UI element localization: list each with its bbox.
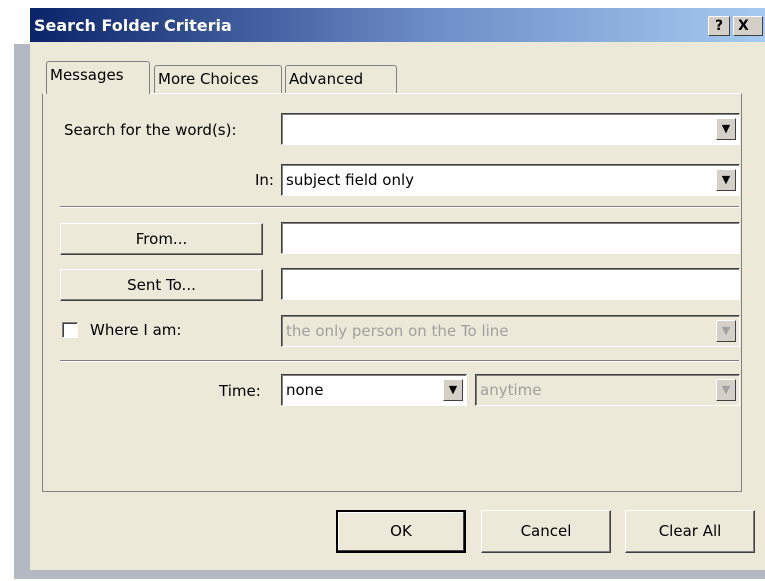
ok-button[interactable]: OK [336, 510, 466, 553]
chevron-down-icon: ▼ [721, 173, 731, 186]
time-label: Time: [219, 382, 261, 400]
chevron-down-icon: ▼ [721, 324, 731, 337]
tab-advanced-label: Advanced [289, 70, 364, 88]
clear-all-button[interactable]: Clear All [625, 510, 755, 553]
tab-advanced[interactable]: Advanced [285, 65, 397, 93]
ok-button-label: OK [390, 522, 412, 540]
where-i-am-value: the only person on the To line [286, 322, 509, 340]
clear-all-button-label: Clear All [658, 522, 722, 540]
sent-to-input[interactable] [281, 268, 740, 300]
time-range-combobox[interactable]: anytime [475, 374, 740, 406]
from-button[interactable]: From... [60, 223, 263, 255]
cancel-button-label: Cancel [520, 522, 572, 540]
sent-to-button[interactable]: Sent To... [60, 269, 263, 301]
tab-messages-label: Messages [50, 66, 124, 84]
search-words-combobox[interactable] [281, 113, 740, 145]
where-i-am-checkbox[interactable] [62, 322, 78, 338]
in-combobox[interactable]: subject field only [281, 164, 740, 196]
search-words-label: Search for the word(s): [64, 121, 237, 139]
tab-messages[interactable]: Messages [46, 61, 150, 94]
time-value: none [286, 381, 324, 399]
time-range-dropdown-button[interactable]: ▼ [716, 379, 736, 401]
chevron-down-icon: ▼ [721, 122, 731, 135]
title-bar: Search Folder Criteria ? X [30, 8, 765, 42]
where-i-am-label: Where I am: [90, 321, 182, 339]
in-label: In: [255, 171, 274, 189]
in-dropdown-button[interactable]: ▼ [716, 169, 736, 191]
close-button[interactable]: X [733, 16, 763, 36]
where-i-am-dropdown-button[interactable]: ▼ [716, 320, 736, 342]
where-i-am-combobox[interactable]: the only person on the To line [281, 315, 740, 347]
cancel-button[interactable]: Cancel [481, 510, 611, 553]
time-combobox[interactable]: none [281, 374, 467, 406]
separator [60, 206, 739, 208]
chevron-down-icon: ▼ [721, 383, 731, 396]
search-folder-criteria-dialog: Search Folder Criteria ? X Messages More… [30, 8, 765, 570]
separator [60, 360, 739, 362]
time-range-value: anytime [480, 381, 542, 399]
dialog-title: Search Folder Criteria [34, 16, 232, 35]
chevron-down-icon: ▼ [448, 383, 458, 396]
search-words-dropdown-button[interactable]: ▼ [716, 118, 736, 140]
tab-more-choices-label: More Choices [158, 70, 259, 88]
from-input[interactable] [281, 222, 740, 254]
in-value: subject field only [286, 171, 414, 189]
tab-more-choices[interactable]: More Choices [154, 65, 282, 93]
time-dropdown-button[interactable]: ▼ [443, 379, 463, 401]
sent-to-button-label: Sent To... [127, 276, 196, 294]
help-button[interactable]: ? [708, 16, 730, 36]
from-button-label: From... [135, 230, 188, 248]
